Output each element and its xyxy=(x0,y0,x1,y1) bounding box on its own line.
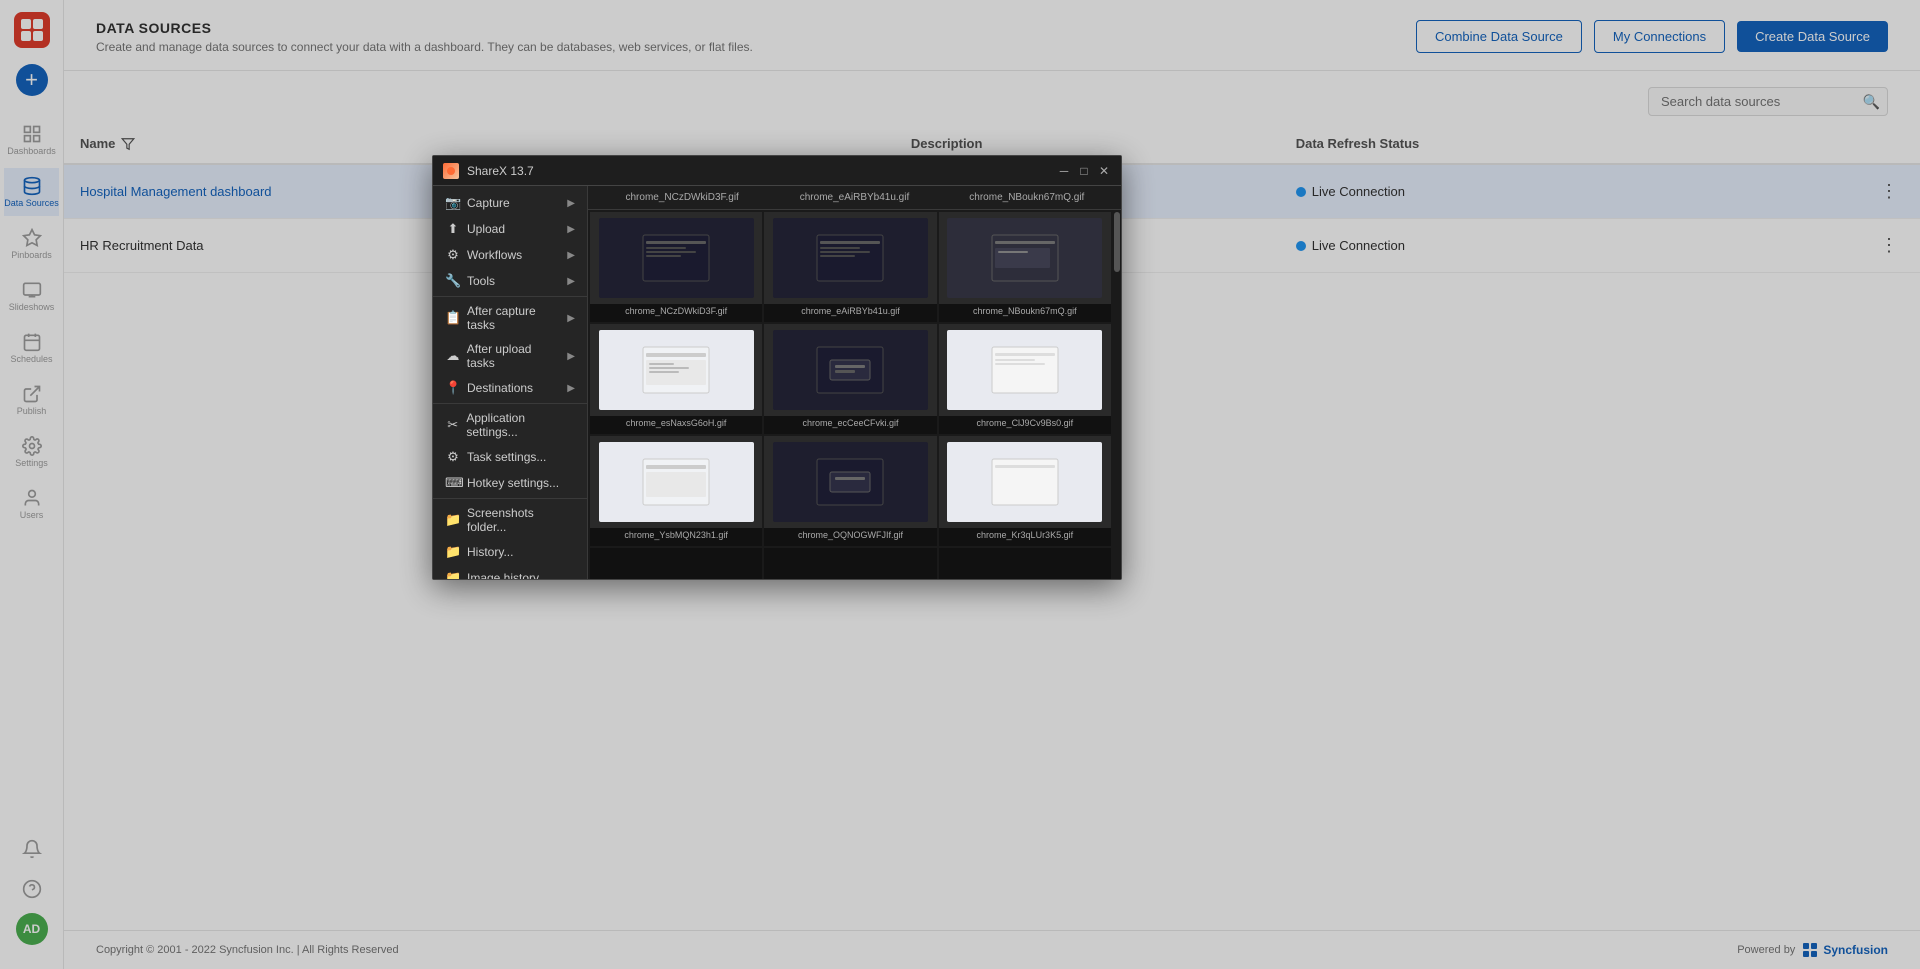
sharex-body: 📷 Capture ▶ ⬆ Upload ▶ ⚙ Workflows ▶ 🔧 T… xyxy=(433,186,1121,579)
image-history-icon: 📁 xyxy=(445,570,461,579)
workflows-arrow: ▶ xyxy=(567,250,575,261)
col-label-0: chrome_NCzDWkiD3F.gif xyxy=(596,190,768,205)
workflows-label: Workflows xyxy=(467,248,522,262)
hotkey-settings-label: Hotkey settings... xyxy=(467,476,559,490)
sharex-grid-header: chrome_NCzDWkiD3F.gif chrome_eAiRBYb41u.… xyxy=(588,186,1121,210)
sharex-thumbnail xyxy=(939,324,1111,416)
sharex-image-cell[interactable]: chrome_Kr3qLUr3K5.gif xyxy=(939,436,1111,546)
sharex-titlebar: ShareX 13.7 ─ □ ✕ xyxy=(433,156,1121,186)
col-label-2: chrome_NBoukn67mQ.gif xyxy=(941,190,1113,205)
sharex-menu-workflows[interactable]: ⚙ Workflows ▶ xyxy=(433,242,587,268)
image-label: chrome_NBoukn67mQ.gif xyxy=(969,304,1081,318)
sharex-image-cell[interactable]: chrome_NBoukn67mQ.gif xyxy=(939,212,1111,322)
image-label: chrome_Kr3qLUr3K5.gif xyxy=(973,528,1078,542)
sharex-thumbnail xyxy=(939,212,1111,304)
maximize-button[interactable]: □ xyxy=(1077,164,1091,178)
menu-divider-2 xyxy=(433,403,587,404)
capture-icon: 📷 xyxy=(445,195,461,211)
sharex-menu-task-settings[interactable]: ⚙ Task settings... xyxy=(433,444,587,470)
col-label-1: chrome_eAiRBYb41u.gif xyxy=(768,190,940,205)
sharex-menu: 📷 Capture ▶ ⬆ Upload ▶ ⚙ Workflows ▶ 🔧 T… xyxy=(433,186,588,579)
after-upload-arrow: ▶ xyxy=(567,351,575,362)
minimize-button[interactable]: ─ xyxy=(1057,164,1071,178)
sharex-title: ShareX 13.7 xyxy=(467,164,1049,178)
destinations-icon: 📍 xyxy=(445,380,461,396)
sharex-thumbnail xyxy=(590,212,762,304)
sharex-menu-after-capture[interactable]: 📋 After capture tasks ▶ xyxy=(433,299,587,337)
sharex-menu-capture[interactable]: 📷 Capture ▶ xyxy=(433,190,587,216)
sharex-grid: chrome_NCzDWkiD3F.gif chrome_eAiRBYb41u.… xyxy=(588,210,1113,579)
sharex-image-cell[interactable] xyxy=(590,548,762,579)
sharex-menu-image-history[interactable]: 📁 Image history... xyxy=(433,565,587,579)
sharex-thumbnail xyxy=(764,212,936,304)
destinations-arrow: ▶ xyxy=(567,383,575,394)
capture-label: Capture xyxy=(467,196,510,210)
scrollbar[interactable] xyxy=(1113,210,1121,579)
sharex-thumbnail xyxy=(764,436,936,528)
sharex-thumbnail xyxy=(939,436,1111,528)
after-capture-icon: 📋 xyxy=(445,310,461,326)
image-history-label: Image history... xyxy=(467,571,548,579)
image-label: chrome_eAiRBYb41u.gif xyxy=(797,304,904,318)
sharex-image-cell[interactable]: chrome_esNaxsG6oH.gif xyxy=(590,324,762,434)
upload-icon: ⬆ xyxy=(445,221,461,237)
sharex-image-cell[interactable]: chrome_YsbMQN23h1.gif xyxy=(590,436,762,546)
sharex-menu-upload[interactable]: ⬆ Upload ▶ xyxy=(433,216,587,242)
sharex-image-grid-area: chrome_NCzDWkiD3F.gif chrome_eAiRBYb41u.… xyxy=(588,186,1121,579)
sharex-menu-tools[interactable]: 🔧 Tools ▶ xyxy=(433,268,587,294)
sharex-image-cell[interactable]: chrome_ClJ9Cv9Bs0.gif xyxy=(939,324,1111,434)
upload-arrow: ▶ xyxy=(567,224,575,235)
sharex-menu-history[interactable]: 📁 History... xyxy=(433,539,587,565)
history-icon: 📁 xyxy=(445,544,461,560)
after-capture-label: After capture tasks xyxy=(467,304,561,332)
tools-icon: 🔧 xyxy=(445,273,461,289)
sharex-menu-app-settings[interactable]: ✂ Application settings... xyxy=(433,406,587,444)
screenshots-folder-label: Screenshots folder... xyxy=(467,506,575,534)
image-label: chrome_ecCeeCFvki.gif xyxy=(798,416,902,430)
sharex-logo-icon xyxy=(443,163,459,179)
window-controls: ─ □ ✕ xyxy=(1057,164,1111,178)
sharex-thumbnail xyxy=(764,324,936,416)
sharex-image-cell[interactable]: chrome_NCzDWkiD3F.gif xyxy=(590,212,762,322)
sharex-image-cell[interactable]: chrome_ecCeeCFvki.gif xyxy=(764,324,936,434)
image-label: chrome_ClJ9Cv9Bs0.gif xyxy=(973,416,1078,430)
after-upload-label: After upload tasks xyxy=(467,342,562,370)
hotkey-settings-icon: ⌨ xyxy=(445,475,461,491)
upload-label: Upload xyxy=(467,222,505,236)
image-label: chrome_YsbMQN23h1.gif xyxy=(620,528,732,542)
image-label: chrome_OQNOGWFJIf.gif xyxy=(794,528,907,542)
capture-arrow: ▶ xyxy=(567,198,575,209)
tools-arrow: ▶ xyxy=(567,276,575,287)
after-upload-icon: ☁ xyxy=(445,348,461,364)
sharex-thumbnail xyxy=(590,436,762,528)
screenshots-folder-icon: 📁 xyxy=(445,512,461,528)
scroll-thumb[interactable] xyxy=(1114,212,1120,272)
sharex-menu-after-upload[interactable]: ☁ After upload tasks ▶ xyxy=(433,337,587,375)
sharex-menu-destinations[interactable]: 📍 Destinations ▶ xyxy=(433,375,587,401)
sharex-image-cell[interactable] xyxy=(764,548,936,579)
image-label: chrome_esNaxsG6oH.gif xyxy=(622,416,731,430)
sharex-window: ShareX 13.7 ─ □ ✕ 📷 Capture ▶ ⬆ Upload ▶… xyxy=(432,155,1122,580)
image-label: chrome_NCzDWkiD3F.gif xyxy=(621,304,731,318)
sharex-thumbnail xyxy=(590,324,762,416)
sharex-menu-screenshots-folder[interactable]: 📁 Screenshots folder... xyxy=(433,501,587,539)
history-label: History... xyxy=(467,545,513,559)
after-capture-arrow: ▶ xyxy=(567,313,575,324)
sharex-image-cell[interactable]: chrome_eAiRBYb41u.gif xyxy=(764,212,936,322)
task-settings-label: Task settings... xyxy=(467,450,546,464)
tools-label: Tools xyxy=(467,274,495,288)
close-button[interactable]: ✕ xyxy=(1097,164,1111,178)
app-settings-label: Application settings... xyxy=(466,411,575,439)
sharex-image-cell[interactable]: chrome_OQNOGWFJIf.gif xyxy=(764,436,936,546)
menu-divider xyxy=(433,296,587,297)
sharex-image-cell[interactable] xyxy=(939,548,1111,579)
task-settings-icon: ⚙ xyxy=(445,449,461,465)
destinations-label: Destinations xyxy=(467,381,533,395)
workflows-icon: ⚙ xyxy=(445,247,461,263)
app-settings-icon: ✂ xyxy=(445,417,460,433)
sharex-menu-hotkey-settings[interactable]: ⌨ Hotkey settings... xyxy=(433,470,587,496)
menu-divider-3 xyxy=(433,498,587,499)
